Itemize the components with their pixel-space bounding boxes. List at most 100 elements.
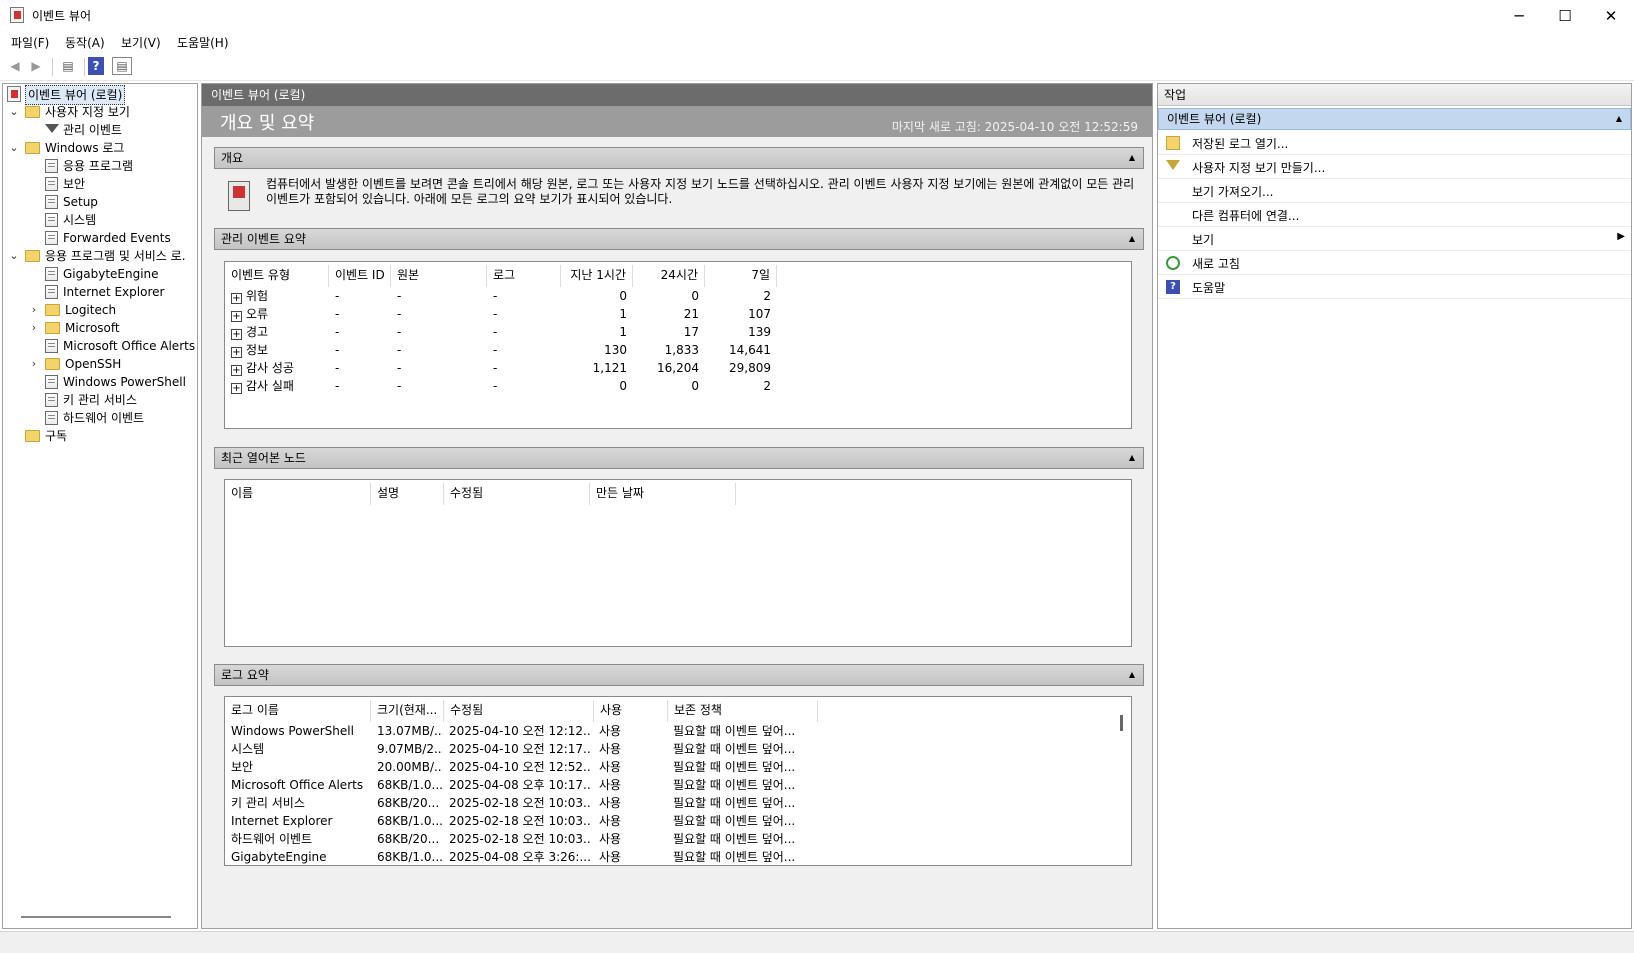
collapsed-chevron-icon[interactable]: › [29,355,39,373]
table-cell: - [397,289,402,303]
admin-summary-section-header[interactable]: 관리 이벤트 요약 ▲ [214,228,1144,250]
toolbar-separator [84,58,85,76]
column-header[interactable]: 만든 날짜 [590,483,736,505]
expand-plus-icon[interactable]: + [231,383,242,394]
table-cell: - [335,379,340,393]
table-cell: 사용 [599,760,622,774]
column-header[interactable]: 지난 1시간 [561,265,633,287]
close-button[interactable]: ✕ [1588,0,1634,31]
table-cell: 사용 [599,778,622,792]
collapse-icon[interactable]: ▲ [1129,229,1135,249]
action-open-saved-log[interactable]: 저장된 로그 열기... [1158,131,1631,155]
table-cell: 필요할 때 이벤트 덮어... [673,742,796,756]
column-header[interactable]: 설명 [371,483,444,505]
column-header[interactable]: 보존 정책 [668,700,818,722]
column-header[interactable]: 수정됨 [444,483,590,505]
collapse-icon[interactable]: ▲ [1616,109,1622,129]
folder-icon [25,142,40,154]
horizontal-scrollbar[interactable] [21,916,171,918]
table-cell: - [493,325,498,339]
section-title: 관리 이벤트 요약 [221,232,306,246]
help-icon: ? [1166,280,1180,294]
cell-text: 경고 [246,325,269,339]
tree-label: Windows 로그 [45,141,125,155]
action-refresh[interactable]: 새로 고침 [1158,251,1631,275]
center-body: 개요 ▲ 컴퓨터에서 발생한 이벤트를 보려면 콘솔 트리에서 해당 원본, 로… [202,137,1152,928]
help-icon[interactable]: ? [88,57,104,75]
minimize-button[interactable]: ─ [1496,0,1542,31]
tree-app-services[interactable]: ⌄ 응용 프로그램 및 서비스 로. [3,247,195,265]
admin-summary-table: 이벤트 유형 이벤트 ID 원본 로그 지난 1시간 24시간 7일 + 위험 - -… [224,261,1132,429]
overview-section-header[interactable]: 개요 ▲ [214,147,1144,169]
collapsed-chevron-icon[interactable]: › [29,319,39,337]
column-header[interactable]: 사용 [594,700,668,722]
table-cell: 사용 [599,850,622,864]
folder-icon [45,322,60,334]
collapse-icon[interactable]: ▲ [1129,665,1135,685]
action-connect-computer[interactable]: 다른 컴퓨터에 연결... [1158,203,1631,227]
column-header[interactable]: 이름 [225,483,371,505]
back-arrow-icon[interactable]: ◀ [5,57,25,75]
table-cell: 2025-04-10 오전 12:12... [449,724,591,738]
actions-section-header[interactable]: 이벤트 뷰어 (로컬) ▲ [1158,108,1631,130]
table-cell: 0 [619,289,627,303]
expanded-chevron-icon[interactable]: ⌄ [9,139,19,157]
expand-plus-icon[interactable]: + [231,293,242,304]
table-cell: 139 [748,325,771,339]
tree-label: 응용 프로그램 [63,159,134,173]
column-header[interactable]: 수정됨 [444,700,594,722]
forward-arrow-icon[interactable]: ▶ [26,57,46,75]
table-cell: 사용 [599,796,622,810]
column-header[interactable]: 원본 [391,265,487,287]
refresh-icon [1166,256,1180,270]
tree-label: 응용 프로그램 및 서비스 로. [45,249,186,263]
table-cell: 사용 [599,832,622,846]
table-cell: 필요할 때 이벤트 덮어... [673,814,796,828]
tree-label: Setup [63,195,98,209]
menu-view[interactable]: 보기(V) [121,34,161,51]
recent-nodes-section-header[interactable]: 최근 열어본 노드 ▲ [214,447,1144,469]
show-hide-action-pane-icon[interactable]: ▤ [112,57,132,75]
event-type-cell: + 오류 [231,305,327,323]
action-label: 저장된 로그 열기... [1192,137,1289,151]
actions-pane: 작업 이벤트 뷰어 (로컬) ▲ 저장된 로그 열기... 사용자 지정 보기 … [1157,83,1632,929]
vertical-scrollbar[interactable] [1120,715,1123,731]
tree-label: Forwarded Events [63,231,171,245]
tree-label: 사용자 지정 보기 [45,105,130,119]
action-help[interactable]: ? 도움말 [1158,275,1631,299]
column-header[interactable]: 로그 이름 [225,700,371,722]
collapsed-chevron-icon[interactable]: › [29,301,39,319]
maximize-button[interactable]: ☐ [1542,0,1588,31]
collapse-icon[interactable]: ▲ [1129,448,1135,468]
action-import-view[interactable]: 보기 가져오기... [1158,179,1631,203]
expand-plus-icon[interactable]: + [231,311,242,322]
table-cell: 1,833 [664,343,699,357]
table-cell: - [493,379,498,393]
menu-action[interactable]: 동작(A) [65,34,105,51]
table-cell: Internet Explorer [231,814,333,828]
expand-plus-icon[interactable]: + [231,365,242,376]
section-title: 개요 [221,151,244,165]
column-header[interactable]: 로그 [487,265,561,287]
table-cell: 필요할 때 이벤트 덮어... [673,760,796,774]
status-bar [0,931,1634,953]
expanded-chevron-icon[interactable]: ⌄ [9,103,19,121]
column-header[interactable]: 24시간 [633,265,705,287]
menu-help[interactable]: 도움말(H) [177,34,229,51]
action-create-custom-view[interactable]: 사용자 지정 보기 만들기... [1158,155,1631,179]
column-header[interactable]: 크기(현재... [371,700,444,722]
show-hide-tree-icon[interactable]: ▤ [58,57,78,75]
action-view[interactable]: 보기 ▶ [1158,227,1631,251]
table-cell: - [493,307,498,321]
expanded-chevron-icon[interactable]: ⌄ [9,247,19,265]
log-summary-section-header[interactable]: 로그 요약 ▲ [214,664,1144,686]
expand-plus-icon[interactable]: + [231,347,242,358]
expand-plus-icon[interactable]: + [231,329,242,340]
column-header[interactable]: 7일 [705,265,777,287]
table-cell: 사용 [599,742,622,756]
menu-file[interactable]: 파일(F) [11,34,49,51]
column-header[interactable]: 이벤트 유형 [225,265,329,287]
collapse-icon[interactable]: ▲ [1129,148,1135,168]
main-panel: 이벤트 뷰어 (로컬) 개요 및 요약 마지막 새로 고침: 2025-04-1… [201,83,1153,929]
column-header[interactable]: 이벤트 ID [329,265,391,287]
